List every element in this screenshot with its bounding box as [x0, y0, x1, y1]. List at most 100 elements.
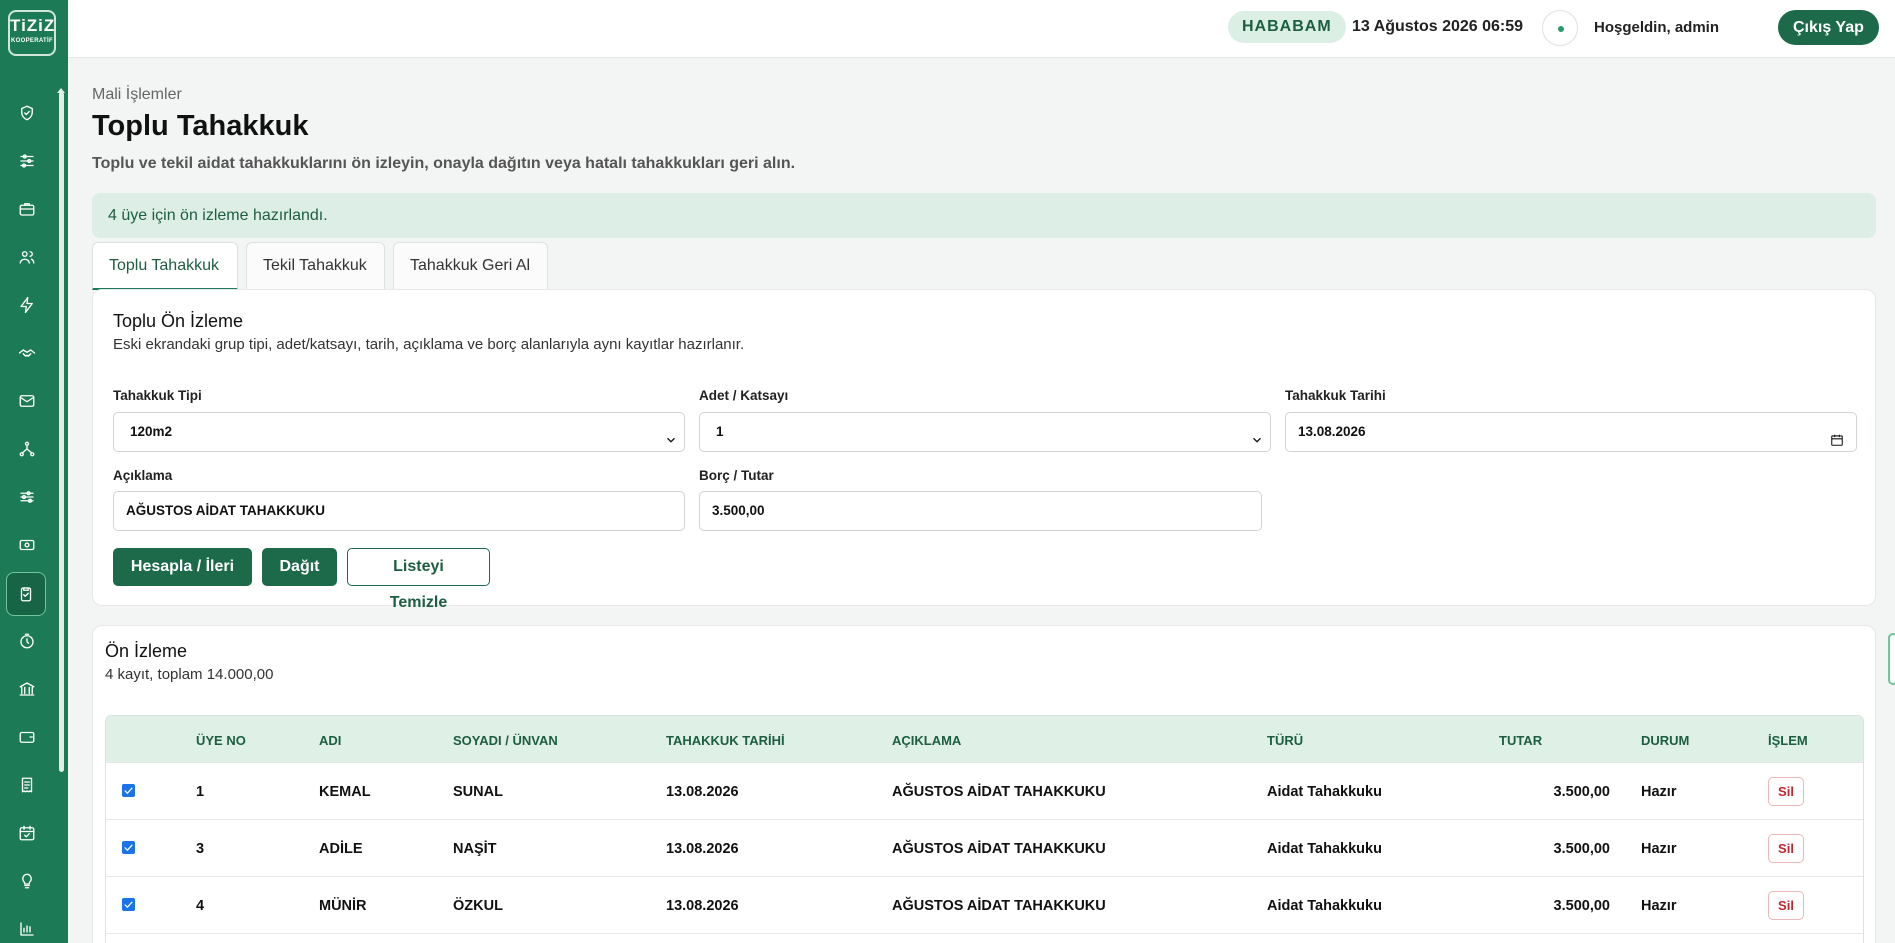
type-select-value: 120m2: [130, 424, 173, 439]
page-description: Toplu ve tekil aidat tahakkuklarını ön i…: [92, 155, 796, 172]
calendar-icon[interactable]: [1830, 424, 1844, 446]
cell-aciklama: AĞUSTOS AİDAT TAHAKKUKU: [892, 784, 1106, 800]
logout-button[interactable]: Çıkış Yap: [1778, 10, 1879, 45]
briefcase-icon[interactable]: [12, 194, 42, 224]
cell-durum: Hazır: [1641, 898, 1677, 914]
cell-tutar: 3.500,00: [1553, 898, 1610, 914]
cell-soyadi: ÖZKUL: [453, 898, 503, 914]
cell-tarih: 13.08.2026: [666, 784, 739, 800]
mail-icon[interactable]: [12, 386, 42, 416]
clear-list-button[interactable]: Listeyi Temizle: [347, 548, 490, 611]
sidebar: TiZiZ KOOPERATİF: [0, 0, 68, 943]
cell-adi: ADİLE: [319, 841, 363, 857]
shield-check-icon[interactable]: [12, 98, 42, 128]
bar-chart-icon[interactable]: [12, 914, 42, 943]
col-islem[interactable]: İŞLEM: [1768, 733, 1808, 748]
desc-input[interactable]: AĞUSTOS AİDAT TAHAKKUKU: [113, 491, 685, 531]
amount-input-value: 3.500,00: [712, 503, 765, 518]
app-logo[interactable]: TiZiZ KOOPERATİF: [8, 10, 56, 56]
amount-input[interactable]: 3.500,00: [699, 491, 1262, 531]
row-checkbox[interactable]: [122, 841, 135, 854]
distribute-button[interactable]: Dağıt: [262, 548, 337, 586]
organization-badge[interactable]: HABABAM: [1228, 11, 1346, 43]
date-label: Tahakkuk Tarihi: [1285, 388, 1386, 403]
preview-title: Ön İzleme: [105, 641, 188, 661]
tab-tekil-tahakkuk[interactable]: Tekil Tahakkuk: [246, 242, 385, 290]
receipt-icon[interactable]: [12, 770, 42, 800]
calendar-check-icon[interactable]: [12, 818, 42, 848]
row-checkbox[interactable]: [122, 898, 135, 911]
delete-row-button[interactable]: Sil: [1768, 891, 1804, 920]
cell-aciklama: AĞUSTOS AİDAT TAHAKKUKU: [892, 841, 1106, 857]
col-tarih[interactable]: TAHAKKUK TARİHİ: [666, 733, 785, 748]
logo-subtext: KOOPERATİF: [11, 38, 53, 44]
wallet-icon[interactable]: [12, 722, 42, 752]
cell-aciklama: AĞUSTOS AİDAT TAHAKKUKU: [892, 898, 1106, 914]
calculate-button[interactable]: Hesapla / İleri: [113, 548, 252, 586]
clipboard-check-icon[interactable]: [6, 572, 46, 616]
col-turu[interactable]: TÜRÜ: [1267, 733, 1303, 748]
page-title: Toplu Tahakkuk: [92, 110, 309, 142]
info-alert: 4 üye için ön izleme hazırlandı.: [92, 193, 1876, 238]
cell-tarih: 13.08.2026: [666, 898, 739, 914]
table-row: 4 MÜNİR ÖZKUL 13.08.2026 AĞUSTOS AİDAT T…: [106, 876, 1863, 933]
lightbulb-icon[interactable]: [12, 866, 42, 896]
col-uye-no[interactable]: ÜYE NO: [196, 733, 246, 748]
bank-icon[interactable]: [12, 674, 42, 704]
col-aciklama[interactable]: AÇIKLAMA: [892, 733, 961, 748]
qty-select-value: 1: [716, 424, 724, 439]
cell-uye-no: 1: [196, 784, 205, 800]
breadcrumb[interactable]: Mali İşlemler: [92, 86, 182, 104]
qty-select[interactable]: 1: [699, 412, 1271, 452]
type-label: Tahakkuk Tipi: [113, 388, 202, 403]
desc-label: Açıklama: [113, 468, 173, 483]
row-checkbox[interactable]: [122, 784, 135, 797]
table-row: 1 KEMAL SUNAL 13.08.2026 AĞUSTOS AİDAT T…: [106, 762, 1863, 819]
table-row: 3 ADİLE NAŞİT 13.08.2026 AĞUSTOS AİDAT T…: [106, 819, 1863, 876]
cell-soyadi: SUNAL: [453, 784, 503, 800]
side-panel-handle[interactable]: [1888, 633, 1895, 685]
banknote-icon[interactable]: [12, 530, 42, 560]
topbar: HABABAM 13 Ağustos 2026 06:59 Hoşgeldin,…: [68, 0, 1895, 58]
handshake-icon[interactable]: [12, 338, 42, 368]
desc-input-value: AĞUSTOS AİDAT TAHAKKUKU: [126, 503, 325, 518]
sliders-icon[interactable]: [12, 146, 42, 176]
network-icon[interactable]: [12, 434, 42, 464]
chevron-down-icon: [664, 424, 678, 443]
tab-tahakkuk-geri-al[interactable]: Tahakkuk Geri Al: [393, 242, 548, 290]
delete-row-button[interactable]: Sil: [1768, 777, 1804, 806]
col-adi[interactable]: ADI: [319, 733, 341, 748]
cell-uye-no: 4: [196, 898, 205, 914]
amount-label: Borç / Tutar: [699, 468, 774, 483]
cell-uye-no: 3: [196, 841, 205, 857]
cell-turu: Aidat Tahakkuku: [1267, 898, 1382, 914]
cell-durum: Hazır: [1641, 841, 1677, 857]
type-select[interactable]: 120m2: [113, 412, 685, 452]
tab-toplu-tahakkuk[interactable]: Toplu Tahakkuk: [92, 242, 238, 290]
table-header: ÜYE NO ADI SOYADI / ÜNVAN TAHAKKUK TARİH…: [106, 716, 1863, 762]
welcome-text: Hoşgeldin, admin: [1594, 19, 1720, 36]
col-durum[interactable]: DURUM: [1641, 733, 1689, 748]
timer-icon[interactable]: [12, 626, 42, 656]
users-icon[interactable]: [12, 242, 42, 272]
bolt-icon[interactable]: [12, 290, 42, 320]
col-soyadi[interactable]: SOYADI / ÜNVAN: [453, 733, 558, 748]
cell-durum: Hazır: [1641, 784, 1677, 800]
delete-row-button[interactable]: Sil: [1768, 834, 1804, 863]
cell-turu: Aidat Tahakkuku: [1267, 784, 1382, 800]
current-datetime: 13 Ağustos 2026 06:59: [1352, 18, 1524, 35]
cell-adi: KEMAL: [319, 784, 371, 800]
date-input[interactable]: 13.08.2026: [1285, 412, 1857, 452]
cell-adi: MÜNİR: [319, 898, 367, 914]
preview-table: ÜYE NO ADI SOYADI / ÜNVAN TAHAKKUK TARİH…: [105, 715, 1864, 943]
cell-turu: Aidat Tahakkuku: [1267, 841, 1382, 857]
col-tutar[interactable]: TUTAR: [1499, 733, 1542, 748]
status-indicator[interactable]: [1542, 10, 1578, 46]
date-input-value: 13.08.2026: [1298, 424, 1366, 439]
sidebar-scrollbar[interactable]: [59, 92, 64, 772]
logo-text: TiZiZ: [10, 16, 56, 35]
cell-tutar: 3.500,00: [1553, 784, 1610, 800]
status-dot-icon: [1558, 26, 1564, 32]
settings-sliders-icon[interactable]: [12, 482, 42, 512]
form-title: Toplu Ön İzleme: [113, 311, 244, 331]
